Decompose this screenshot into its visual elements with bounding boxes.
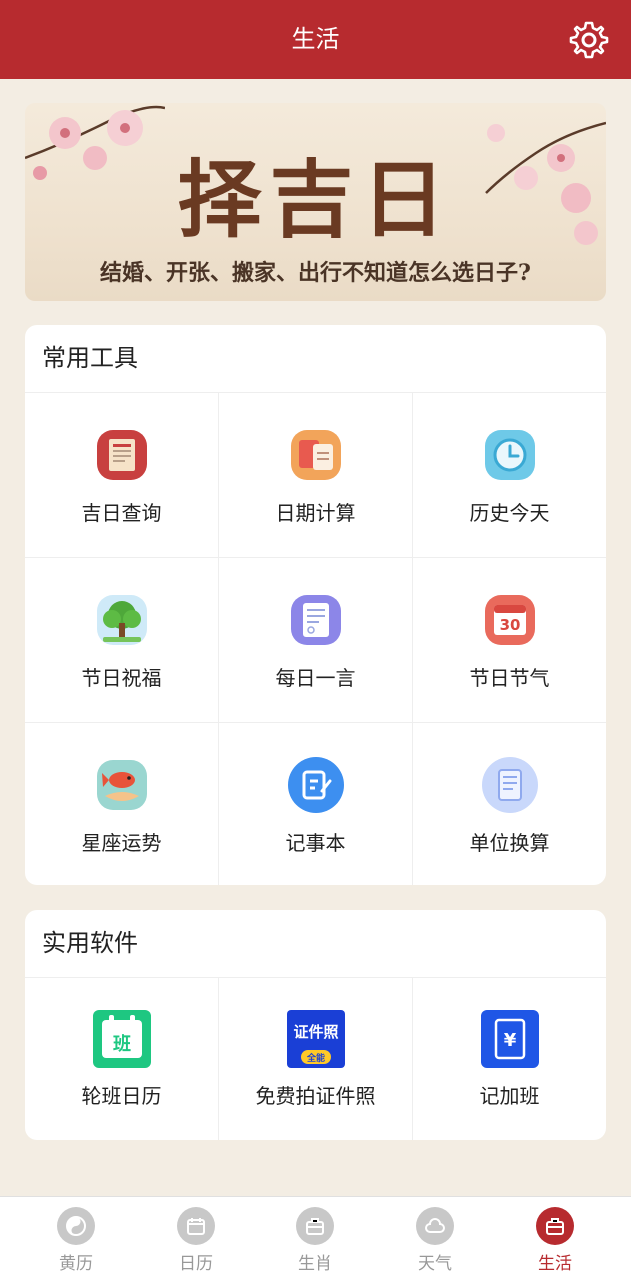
top-bar: 生活 xyxy=(0,0,631,79)
app-label: 免费拍证件照 xyxy=(255,1084,376,1108)
tool-label: 吉日查询 xyxy=(81,501,162,525)
clock-icon xyxy=(484,430,535,480)
id-photo-icon: 证件照 全能 xyxy=(286,1010,345,1068)
app-overtime[interactable]: ¥ 记加班 xyxy=(413,978,606,1140)
practical-apps-card: 实用软件 班 轮班日历 证件照 全能 免费拍证件照 ¥ 记加班 xyxy=(25,910,606,1140)
tool-label: 每日一言 xyxy=(275,666,356,690)
yin-yang-icon xyxy=(57,1207,95,1245)
tool-notepad[interactable]: 记事本 xyxy=(219,723,413,885)
nav-calendar[interactable]: 日历 xyxy=(136,1197,256,1281)
app-id-photo[interactable]: 证件照 全能 免费拍证件照 xyxy=(219,978,413,1140)
tool-holiday-wishes[interactable]: 节日祝福 xyxy=(25,558,219,723)
section-title: 实用软件 xyxy=(25,910,606,978)
page-title: 生活 xyxy=(291,25,340,53)
zodiac-icon xyxy=(296,1207,334,1245)
nav-label: 日历 xyxy=(179,1254,213,1274)
tool-festival-solar-term[interactable]: 30 节日节气 xyxy=(413,558,606,723)
document-icon xyxy=(481,757,538,813)
tool-label: 星座运势 xyxy=(81,831,162,855)
tool-horoscope[interactable]: 星座运势 xyxy=(25,723,219,885)
svg-text:30: 30 xyxy=(499,616,520,634)
banner-subtitle: 结婚、开张、搬家、出行不知道怎么选日子? xyxy=(100,260,531,286)
calendar-30-icon: 30 xyxy=(484,595,535,645)
tool-label: 节日节气 xyxy=(469,666,550,690)
app-label: 轮班日历 xyxy=(81,1084,162,1108)
id-photo-icon-subtext: 全能 xyxy=(305,1052,324,1064)
tool-date-calc[interactable]: 日期计算 xyxy=(219,393,413,558)
banner-title: 择吉日 xyxy=(177,150,454,249)
shift-icon-text: 班 xyxy=(113,1034,131,1055)
gear-icon[interactable] xyxy=(569,20,609,60)
choose-lucky-day-banner[interactable]: 择吉日 结婚、开张、搬家、出行不知道怎么选日子? xyxy=(25,103,606,301)
nav-label: 天气 xyxy=(418,1254,452,1274)
tool-label: 记事本 xyxy=(285,831,346,855)
nav-label: 生肖 xyxy=(298,1254,332,1274)
notepad-icon xyxy=(287,757,344,813)
nav-life[interactable]: 生活 xyxy=(495,1197,615,1281)
tool-label: 节日祝福 xyxy=(81,666,162,690)
date-calc-icon xyxy=(290,430,341,480)
tool-label: 日期计算 xyxy=(275,501,356,525)
almanac-book-icon xyxy=(96,430,147,480)
nav-zodiac[interactable]: 生肖 xyxy=(255,1197,375,1281)
overtime-icon-text: ¥ xyxy=(503,1030,516,1051)
overtime-scroll-icon: ¥ xyxy=(480,1010,539,1068)
tool-history-today[interactable]: 历史今天 xyxy=(413,393,606,558)
cloud-icon xyxy=(416,1207,454,1245)
tool-label: 单位换算 xyxy=(469,831,550,855)
tree-icon xyxy=(96,595,147,645)
bottom-nav: 黄历 日历 生肖 天气 生活 xyxy=(0,1196,631,1281)
nav-label: 黄历 xyxy=(59,1254,93,1274)
common-tools-card: 常用工具 吉日查询 日期计算 历史今天 节日祝福 每日一言 30 节日节气 星座… xyxy=(25,325,606,885)
id-photo-icon-text: 证件照 xyxy=(293,1023,338,1041)
briefcase-icon xyxy=(536,1207,574,1245)
shift-calendar-icon: 班 xyxy=(92,1010,151,1068)
app-label: 记加班 xyxy=(479,1084,540,1108)
nav-label: 生活 xyxy=(538,1254,572,1274)
nav-almanac[interactable]: 黄历 xyxy=(16,1197,136,1281)
calendar-icon xyxy=(177,1207,215,1245)
tool-unit-convert[interactable]: 单位换算 xyxy=(413,723,606,885)
section-title: 常用工具 xyxy=(25,325,606,393)
koi-fish-icon xyxy=(96,760,147,810)
app-shift-calendar[interactable]: 班 轮班日历 xyxy=(25,978,219,1140)
tool-label: 历史今天 xyxy=(469,501,550,525)
tool-lucky-day[interactable]: 吉日查询 xyxy=(25,393,219,558)
nav-weather[interactable]: 天气 xyxy=(375,1197,495,1281)
tool-daily-quote[interactable]: 每日一言 xyxy=(219,558,413,723)
note-card-icon xyxy=(290,595,341,645)
